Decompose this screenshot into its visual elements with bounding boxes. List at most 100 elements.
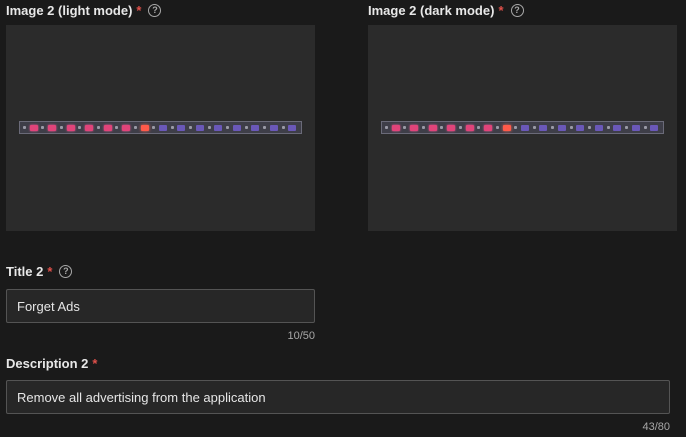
- title-label: Title 2: [6, 264, 44, 279]
- preview-dot: [244, 126, 248, 129]
- preview-dot: [78, 126, 82, 129]
- preview-dot: [588, 126, 592, 129]
- preview-chip: [195, 124, 204, 131]
- preview-cell: [495, 123, 513, 132]
- preview-chip: [288, 124, 297, 131]
- preview-chip: [465, 124, 474, 131]
- image-light-label-row: Image 2 (light mode) * ?: [6, 3, 162, 18]
- preview-cell: [262, 123, 280, 132]
- preview-cell: [476, 123, 494, 132]
- preview-chip: [594, 124, 603, 131]
- image-dark-dropzone[interactable]: [368, 25, 677, 231]
- preview-chip: [251, 124, 260, 131]
- preview-cell: [40, 123, 58, 132]
- preview-cell: [421, 123, 439, 132]
- preview-chip: [428, 124, 437, 131]
- preview-chip: [159, 124, 168, 131]
- preview-chip: [214, 124, 223, 131]
- preview-dot: [41, 126, 45, 129]
- preview-dot: [477, 126, 481, 129]
- preview-chip: [85, 124, 94, 131]
- preview-chip: [484, 124, 493, 131]
- preview-cell: [569, 123, 587, 132]
- preview-dot: [189, 126, 193, 129]
- preview-dot: [440, 126, 444, 129]
- preview-cell: [439, 123, 457, 132]
- preview-cell: [225, 123, 243, 132]
- image-light-preview: [19, 121, 302, 134]
- description-input[interactable]: Remove all advertising from the applicat…: [6, 380, 670, 414]
- title-input[interactable]: Forget Ads: [6, 289, 315, 323]
- preview-chip: [613, 124, 622, 131]
- preview-dot: [226, 126, 230, 129]
- help-icon[interactable]: ?: [59, 265, 73, 278]
- preview-dot: [495, 126, 499, 129]
- preview-dot: [59, 126, 63, 129]
- image-light-dropzone[interactable]: [6, 25, 315, 231]
- preview-dot: [514, 126, 518, 129]
- description-label: Description 2: [6, 356, 89, 371]
- required-marker: *: [47, 264, 53, 279]
- preview-chip: [502, 124, 511, 131]
- preview-dot: [569, 126, 573, 129]
- description-label-row: Description 2 *: [6, 356, 97, 371]
- preview-dot: [606, 126, 610, 129]
- preview-cell: [643, 123, 661, 132]
- preview-dot: [115, 126, 119, 129]
- image-dark-label-row: Image 2 (dark mode) * ?: [368, 3, 524, 18]
- preview-cell: [170, 123, 188, 132]
- preview-chip: [122, 124, 131, 131]
- preview-dot: [170, 126, 174, 129]
- preview-chip: [631, 124, 640, 131]
- preview-cell: [59, 123, 77, 132]
- required-marker: *: [136, 3, 142, 18]
- preview-dot: [625, 126, 629, 129]
- preview-dot: [421, 126, 425, 129]
- preview-chip: [410, 124, 419, 131]
- preview-dot: [458, 126, 462, 129]
- preview-chip: [66, 124, 75, 131]
- preview-chip: [103, 124, 112, 131]
- form-root: Image 2 (light mode) * ? Image 2 (dark m…: [0, 0, 686, 437]
- preview-chip: [447, 124, 456, 131]
- preview-chip: [521, 124, 530, 131]
- preview-chip: [391, 124, 400, 131]
- preview-dot: [207, 126, 211, 129]
- required-marker: *: [92, 356, 98, 371]
- preview-cell: [550, 123, 568, 132]
- preview-cell: [77, 123, 95, 132]
- preview-cell: [151, 123, 169, 132]
- preview-dot: [385, 126, 388, 129]
- preview-chip: [29, 124, 38, 131]
- image-light-label: Image 2 (light mode): [6, 3, 133, 18]
- preview-cell: [458, 123, 476, 132]
- help-icon[interactable]: ?: [510, 4, 524, 17]
- preview-dot: [532, 126, 536, 129]
- preview-cell: [114, 123, 132, 132]
- preview-cell: [624, 123, 642, 132]
- preview-chip: [177, 124, 186, 131]
- preview-cell: [513, 123, 531, 132]
- preview-dot: [96, 126, 100, 129]
- preview-cell: [133, 123, 151, 132]
- preview-chip: [557, 124, 566, 131]
- preview-dot: [551, 126, 555, 129]
- image-dark-label: Image 2 (dark mode): [368, 3, 495, 18]
- required-marker: *: [498, 3, 504, 18]
- preview-cell: [587, 123, 605, 132]
- preview-cell: [207, 123, 225, 132]
- help-icon[interactable]: ?: [148, 4, 162, 17]
- preview-dot: [643, 126, 647, 129]
- preview-cell: [281, 123, 299, 132]
- title-char-counter: 10/50: [287, 330, 315, 342]
- preview-cell: [532, 123, 550, 132]
- preview-dot: [403, 126, 407, 129]
- title-label-row: Title 2 * ?: [6, 264, 73, 279]
- preview-cell: [244, 123, 262, 132]
- preview-chip: [232, 124, 241, 131]
- preview-chip: [539, 124, 548, 131]
- preview-chip: [140, 124, 149, 131]
- preview-dot: [23, 126, 26, 129]
- description-char-counter: 43/80: [642, 421, 670, 433]
- preview-cell: [402, 123, 420, 132]
